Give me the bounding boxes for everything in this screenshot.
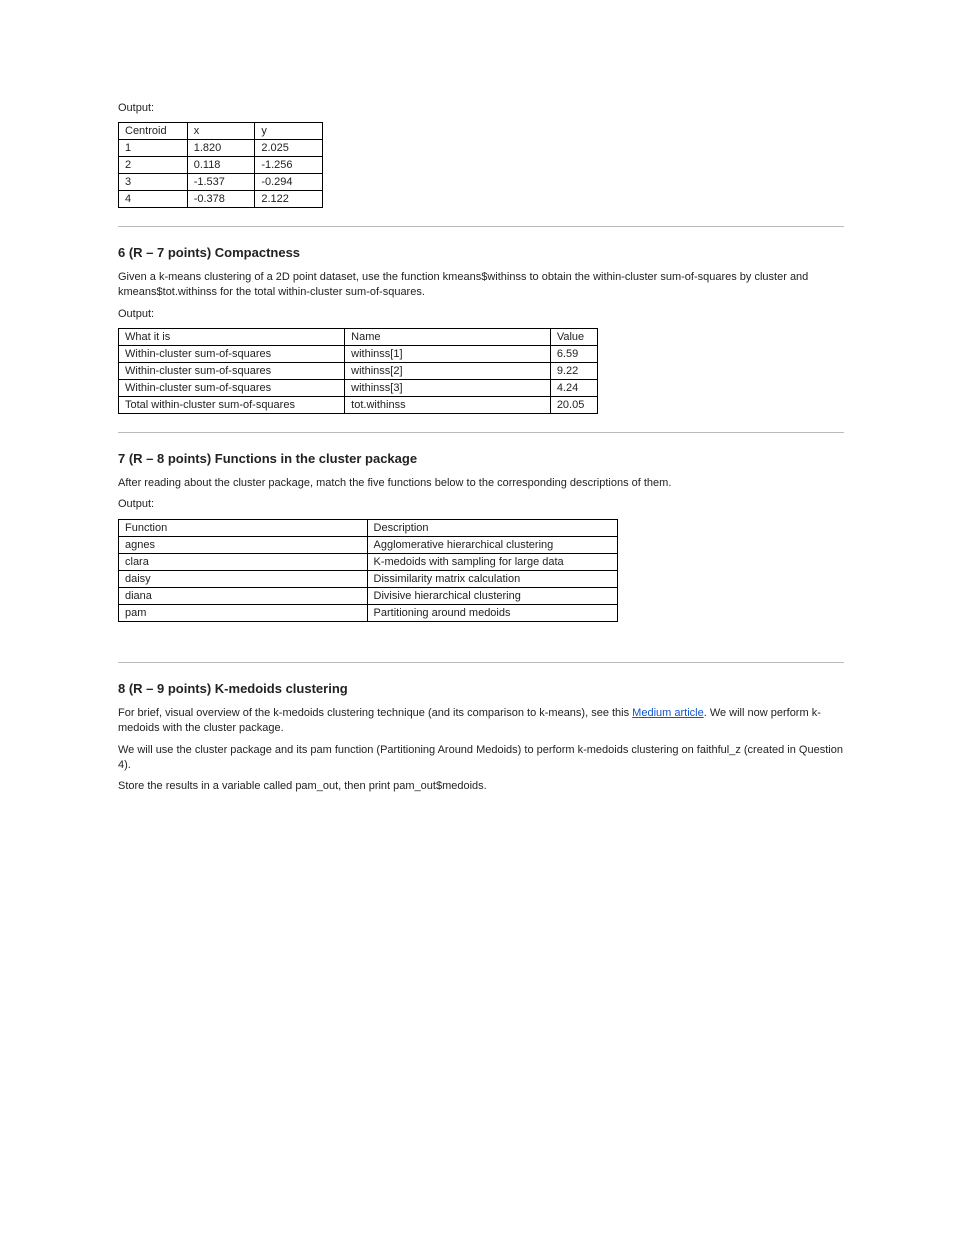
output-label: Output: (118, 497, 844, 512)
section-heading: 7 (R – 8 points) Functions in the cluste… (118, 451, 844, 466)
table-row: Total within-cluster sum-of-squares tot.… (119, 397, 598, 414)
table-row: pam Partitioning around medoids (119, 604, 618, 621)
divider (118, 432, 844, 433)
section-heading: 6 (R – 7 points) Compactness (118, 245, 844, 260)
table-row: 3 -1.537 -0.294 (119, 173, 323, 190)
section-functions: 7 (R – 8 points) Functions in the cluste… (118, 451, 844, 622)
col-value: Value (550, 329, 597, 346)
table-row: Within-cluster sum-of-squares withinss[3… (119, 380, 598, 397)
col-y: y (255, 122, 323, 139)
medium-article-link[interactable]: Medium article (632, 707, 704, 719)
section-intro: After reading about the cluster package,… (118, 476, 844, 491)
table-row: clara K-medoids with sampling for large … (119, 553, 618, 570)
col-function: Function (119, 519, 368, 536)
table-row: diana Divisive hierarchical clustering (119, 587, 618, 604)
document-page: Output: Centroid x y 1 1.820 2.025 2 0.1… (0, 0, 954, 1235)
table-header-row: Centroid x y (119, 122, 323, 139)
section-compactness: 6 (R – 7 points) Compactness Given a k-m… (118, 245, 844, 414)
section-intro-line: For brief, visual overview of the k-medo… (118, 706, 844, 737)
intro-prefix: For brief, visual overview of the k-medo… (118, 707, 632, 719)
table-row: agnes Agglomerative hierarchical cluster… (119, 536, 618, 553)
divider (118, 226, 844, 227)
body-line: Store the results in a variable called p… (118, 779, 844, 794)
centroids-table: Centroid x y 1 1.820 2.025 2 0.118 -1.25… (118, 122, 323, 208)
col-what: What it is (119, 329, 345, 346)
table-row: Within-cluster sum-of-squares withinss[1… (119, 346, 598, 363)
col-centroid: Centroid (119, 122, 188, 139)
body-line: We will use the cluster package and its … (118, 743, 844, 774)
table-row: Within-cluster sum-of-squares withinss[2… (119, 363, 598, 380)
col-description: Description (367, 519, 617, 536)
table-row: 1 1.820 2.025 (119, 139, 323, 156)
divider (118, 662, 844, 663)
table-row: 4 -0.378 2.122 (119, 190, 323, 207)
section-intro: Given a k-means clustering of a 2D point… (118, 270, 844, 301)
col-x: x (187, 122, 255, 139)
section-kmedoids: 8 (R – 9 points) K-medoids clustering Fo… (118, 681, 844, 795)
compactness-table: What it is Name Value Within-cluster sum… (118, 328, 598, 414)
section-heading: 8 (R – 9 points) K-medoids clustering (118, 681, 844, 696)
section-centroids: Output: Centroid x y 1 1.820 2.025 2 0.1… (118, 101, 844, 208)
functions-table: Function Description agnes Agglomerative… (118, 519, 618, 622)
table-header-row: Function Description (119, 519, 618, 536)
table-row: 2 0.118 -1.256 (119, 156, 323, 173)
table-header-row: What it is Name Value (119, 329, 598, 346)
output-label: Output: (118, 307, 844, 322)
output-label: Output: (118, 101, 844, 116)
col-name: Name (345, 329, 551, 346)
table-row: daisy Dissimilarity matrix calculation (119, 570, 618, 587)
